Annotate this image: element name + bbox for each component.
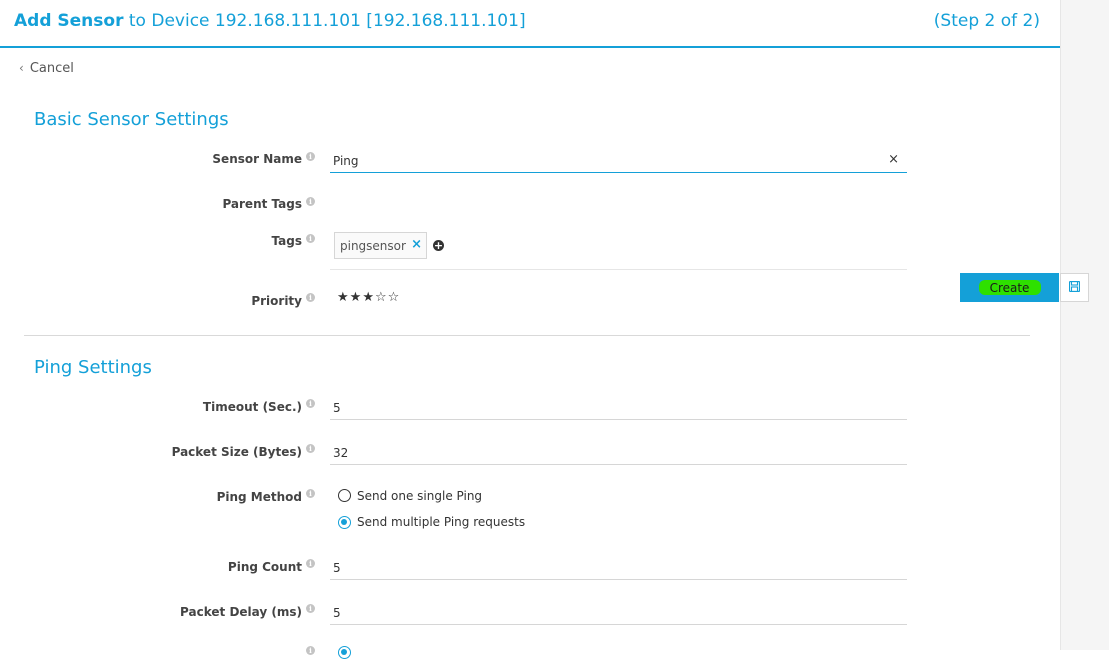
- info-icon[interactable]: i: [306, 293, 315, 302]
- cancel-link[interactable]: ‹ Cancel: [19, 61, 74, 76]
- add-tag-icon[interactable]: +: [433, 240, 444, 251]
- info-icon[interactable]: i: [306, 444, 315, 453]
- info-icon[interactable]: i: [306, 197, 315, 206]
- info-icon[interactable]: i: [306, 234, 315, 243]
- right-sidebar: [1060, 0, 1109, 650]
- remove-tag-icon[interactable]: ×: [411, 237, 422, 252]
- star-filled-icon[interactable]: ★: [337, 290, 350, 305]
- star-empty-icon[interactable]: ☆: [375, 290, 388, 305]
- packet-delay-input[interactable]: 5: [330, 602, 907, 625]
- packet-delay-value: 5: [333, 606, 341, 620]
- create-button[interactable]: Create: [960, 273, 1059, 302]
- info-icon[interactable]: i: [306, 646, 315, 655]
- step-indicator: (Step 2 of 2): [933, 11, 1040, 31]
- page-title: Add Sensor to Device 192.168.111.101 [19…: [14, 11, 526, 31]
- page-header: Add Sensor to Device 192.168.111.101 [19…: [0, 0, 1060, 48]
- info-icon[interactable]: i: [306, 399, 315, 408]
- timeout-value: 5: [333, 401, 341, 415]
- star-filled-icon[interactable]: ★: [362, 290, 375, 305]
- floppy-disk-icon: [1069, 281, 1080, 292]
- tags-underline: [330, 269, 907, 270]
- star-empty-icon[interactable]: ☆: [388, 290, 401, 305]
- save-template-button[interactable]: [1060, 273, 1089, 302]
- radio-single-ping[interactable]: [338, 489, 351, 502]
- ping-count-input[interactable]: 5: [330, 557, 907, 580]
- clear-icon[interactable]: ×: [888, 152, 899, 167]
- create-label: Create: [989, 281, 1030, 295]
- basic-settings-title: Basic Sensor Settings: [34, 109, 229, 130]
- radio-multiple-ping[interactable]: [338, 516, 351, 529]
- title-rest: to Device 192.168.111.101 [192.168.111.1…: [123, 11, 526, 31]
- priority-stars[interactable]: ★★★☆☆: [337, 290, 400, 305]
- packet-size-input[interactable]: 32: [330, 442, 907, 465]
- cancel-label: Cancel: [29, 61, 74, 76]
- info-icon[interactable]: i: [306, 559, 315, 568]
- packet-size-value: 32: [333, 446, 349, 460]
- radio-single-ping-label[interactable]: Send one single Ping: [357, 489, 482, 503]
- parent-tags-label: Parent Tags: [222, 197, 302, 211]
- ping-settings-title: Ping Settings: [34, 357, 152, 378]
- sensor-name-value: Ping: [333, 154, 359, 168]
- chevron-left-icon: ‹: [19, 61, 24, 75]
- packet-size-label: Packet Size (Bytes): [171, 445, 302, 459]
- ping-count-value: 5: [333, 561, 341, 575]
- ping-count-label: Ping Count: [227, 560, 302, 574]
- timeout-input[interactable]: 5: [330, 397, 907, 420]
- info-icon[interactable]: i: [306, 604, 315, 613]
- section-divider: [24, 335, 1030, 336]
- info-icon[interactable]: i: [306, 152, 315, 161]
- sensor-name-input[interactable]: Ping ×: [330, 150, 907, 173]
- sensor-name-label: Sensor Name: [212, 152, 302, 166]
- title-bold: Add Sensor: [14, 11, 124, 31]
- tag-chip-label: pingsensor: [340, 239, 406, 253]
- info-icon[interactable]: i: [306, 489, 315, 498]
- radio-multiple-ping-label[interactable]: Send multiple Ping requests: [357, 515, 525, 529]
- timeout-label: Timeout (Sec.): [202, 400, 302, 414]
- radio-next-option[interactable]: [338, 646, 351, 659]
- tag-chip: pingsensor ×: [334, 232, 427, 259]
- ping-method-label: Ping Method: [216, 490, 302, 504]
- tags-label: Tags: [271, 234, 302, 248]
- star-filled-icon[interactable]: ★: [350, 290, 363, 305]
- priority-label: Priority: [251, 294, 302, 308]
- main-panel: Add Sensor to Device 192.168.111.101 [19…: [0, 0, 1060, 659]
- packet-delay-label: Packet Delay (ms): [180, 605, 302, 619]
